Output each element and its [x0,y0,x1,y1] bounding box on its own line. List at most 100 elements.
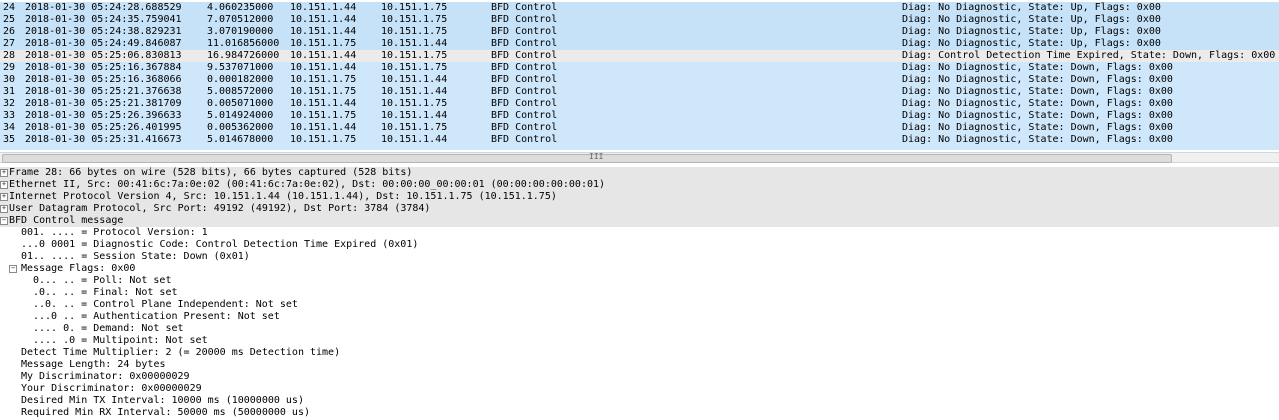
detail-text: BFD Control message [9,215,124,226]
packet-row[interactable]: 31 2018-01-30 05:25:21.376638 5.008572000 1… [0,86,1279,98]
detail-row[interactable]: .... 0. = Demand: Not set [0,323,1279,335]
detail-row[interactable]: ...0 .. = Authentication Present: Not se… [0,311,1279,323]
detail-text: Desired Min TX Interval: 10000 ms (10000… [21,395,304,406]
expand-icon[interactable]: + [0,205,8,213]
detail-row[interactable]: 0... .. = Poll: Not set [0,275,1279,287]
cell-info: Diag: No Diagnostic, State: Up, Flags: 0… [902,2,1161,13]
packet-row[interactable]: 26 2018-01-30 05:24:38.829231 3.070190000 1… [0,26,1279,38]
expand-icon[interactable]: + [0,169,8,177]
cell-info: Diag: No Diagnostic, State: Up, Flags: 0… [902,26,1161,37]
detail-text: ...0 0001 = Diagnostic Code: Control Det… [21,239,419,250]
cell-protocol: BFD Control [491,14,558,25]
cell-time: 2018-01-30 05:24:28.688529 [25,2,182,13]
detail-text: Your Discriminator: 0x00000029 [21,383,202,394]
cell-time: 2018-01-30 05:25:16.368066 [25,74,182,85]
cell-time: 2018-01-30 05:25:06.830813 [25,50,182,61]
cell-time: 2018-01-30 05:25:31.416673 [25,134,182,145]
cell-number: 27 [3,38,16,49]
cell-protocol: BFD Control [491,2,558,13]
detail-row[interactable]: + User Datagram Protocol, Src Port: 49192… [0,203,1279,215]
packet-row[interactable]: 34 2018-01-30 05:25:26.401995 0.005362000 1… [0,122,1279,134]
cell-delta-time: 11.016856000 [207,38,280,49]
cell-source: 10.151.1.75 [290,74,357,85]
cell-protocol: BFD Control [491,98,558,109]
cell-number: 31 [3,86,16,97]
scrollbar-thumb[interactable]: III [2,152,1172,163]
expand-icon[interactable]: + [0,193,8,201]
detail-row[interactable]: ..0. .. = Control Plane Independent: Not… [0,299,1279,311]
packet-list[interactable]: 24 2018-01-30 05:24:28.688529 4.060235000 1… [0,0,1279,152]
cell-delta-time: 5.014924000 [207,110,274,121]
cell-delta-time: 5.014678000 [207,134,274,145]
cell-info: Diag: No Diagnostic, State: Up, Flags: 0… [902,38,1161,49]
cell-destination: 10.151.1.75 [381,62,448,73]
packet-details-tree[interactable]: + Frame 28: 66 bytes on wire (528 bits), … [0,167,1279,420]
detail-row[interactable]: My Discriminator: 0x00000029 [0,371,1279,383]
expand-icon[interactable]: + [0,181,8,189]
detail-text: 001. .... = Protocol Version: 1 [21,227,208,238]
cell-number: 30 [3,74,16,85]
cell-number: 29 [3,62,16,73]
packet-row[interactable]: 30 2018-01-30 05:25:16.368066 0.000182000 1… [0,74,1279,86]
detail-text: Ethernet II, Src: 00:41:6c:7a:0e:02 (00:… [9,179,606,190]
cell-info: Diag: No Diagnostic, State: Down, Flags:… [902,134,1173,145]
cell-number: 34 [3,122,16,133]
detail-row[interactable]: Your Discriminator: 0x00000029 [0,383,1279,395]
cell-number: 26 [3,26,16,37]
cell-source: 10.151.1.44 [290,14,357,25]
detail-row[interactable]: .0.. .. = Final: Not set [0,287,1279,299]
cell-protocol: BFD Control [491,62,558,73]
packet-row[interactable]: 25 2018-01-30 05:24:35.759041 7.070512000 1… [0,14,1279,26]
packet-row[interactable]: 33 2018-01-30 05:25:26.396633 5.014924000 1… [0,110,1279,122]
cell-source: 10.151.1.44 [290,2,357,13]
cell-destination: 10.151.1.75 [381,26,448,37]
detail-row[interactable]: − Message Flags: 0x00 [0,263,1279,275]
cell-protocol: BFD Control [491,74,558,85]
packet-row-partial[interactable] [0,146,1279,150]
cell-destination: 10.151.1.75 [381,98,448,109]
cell-protocol: BFD Control [491,50,558,61]
cell-info: Diag: No Diagnostic, State: Down, Flags:… [902,62,1173,73]
collapse-icon[interactable]: − [0,217,8,225]
cell-delta-time: 0.005362000 [207,122,274,133]
cell-time: 2018-01-30 05:24:49.846087 [25,38,182,49]
detail-row[interactable]: 01.. .... = Session State: Down (0x01) [0,251,1279,263]
detail-row[interactable]: + Frame 28: 66 bytes on wire (528 bits), … [0,167,1279,179]
packet-row[interactable]: 27 2018-01-30 05:24:49.846087 11.016856000… [0,38,1279,50]
cell-source: 10.151.1.44 [290,98,357,109]
packet-row-selected[interactable]: 28 2018-01-30 05:25:06.830813 16.984726000… [0,50,1279,62]
packet-row[interactable]: 29 2018-01-30 05:25:16.367884 9.537071000 1… [0,62,1279,74]
detail-row[interactable]: Message Length: 24 bytes [0,359,1279,371]
detail-row[interactable]: + Ethernet II, Src: 00:41:6c:7a:0e:02 (00… [0,179,1279,191]
detail-text: Message Flags: 0x00 [21,263,136,274]
cell-destination: 10.151.1.44 [381,38,448,49]
cell-source: 10.151.1.75 [290,38,357,49]
cell-source: 10.151.1.44 [290,26,357,37]
detail-text: 01.. .... = Session State: Down (0x01) [21,251,250,262]
detail-row[interactable]: Required Min RX Interval: 50000 ms (5000… [0,407,1279,419]
cell-delta-time: 9.537071000 [207,62,274,73]
detail-row[interactable]: − BFD Control message [0,215,1279,227]
cell-number: 33 [3,110,16,121]
packet-list-horizontal-scrollbar[interactable]: III [0,152,1279,163]
cell-info: Diag: Control Detection Time Expired, St… [902,50,1276,61]
packet-row[interactable]: 35 2018-01-30 05:25:31.416673 5.014678000 1… [0,134,1279,146]
cell-delta-time: 4.060235000 [207,2,274,13]
cell-info: Diag: No Diagnostic, State: Down, Flags:… [902,74,1173,85]
packet-row[interactable]: 24 2018-01-30 05:24:28.688529 4.060235000 1… [0,2,1279,14]
packet-row[interactable]: 32 2018-01-30 05:25:21.381709 0.005071000 1… [0,98,1279,110]
detail-row[interactable]: Detect Time Multiplier: 2 (= 20000 ms De… [0,347,1279,359]
detail-row[interactable]: ...0 0001 = Diagnostic Code: Control Det… [0,239,1279,251]
cell-source: 10.151.1.75 [290,86,357,97]
cell-destination: 10.151.1.75 [381,2,448,13]
detail-row[interactable]: 001. .... = Protocol Version: 1 [0,227,1279,239]
scrollbar-grip-icon: III [589,152,604,161]
collapse-icon[interactable]: − [9,265,17,273]
detail-row[interactable]: Desired Min TX Interval: 10000 ms (10000… [0,395,1279,407]
detail-row[interactable]: .... .0 = Multipoint: Not set [0,335,1279,347]
cell-destination: 10.151.1.75 [381,14,448,25]
cell-destination: 10.151.1.44 [381,110,448,121]
cell-source: 10.151.1.44 [290,50,357,61]
detail-row[interactable]: + Internet Protocol Version 4, Src: 10.15… [0,191,1279,203]
cell-destination: 10.151.1.75 [381,50,448,61]
